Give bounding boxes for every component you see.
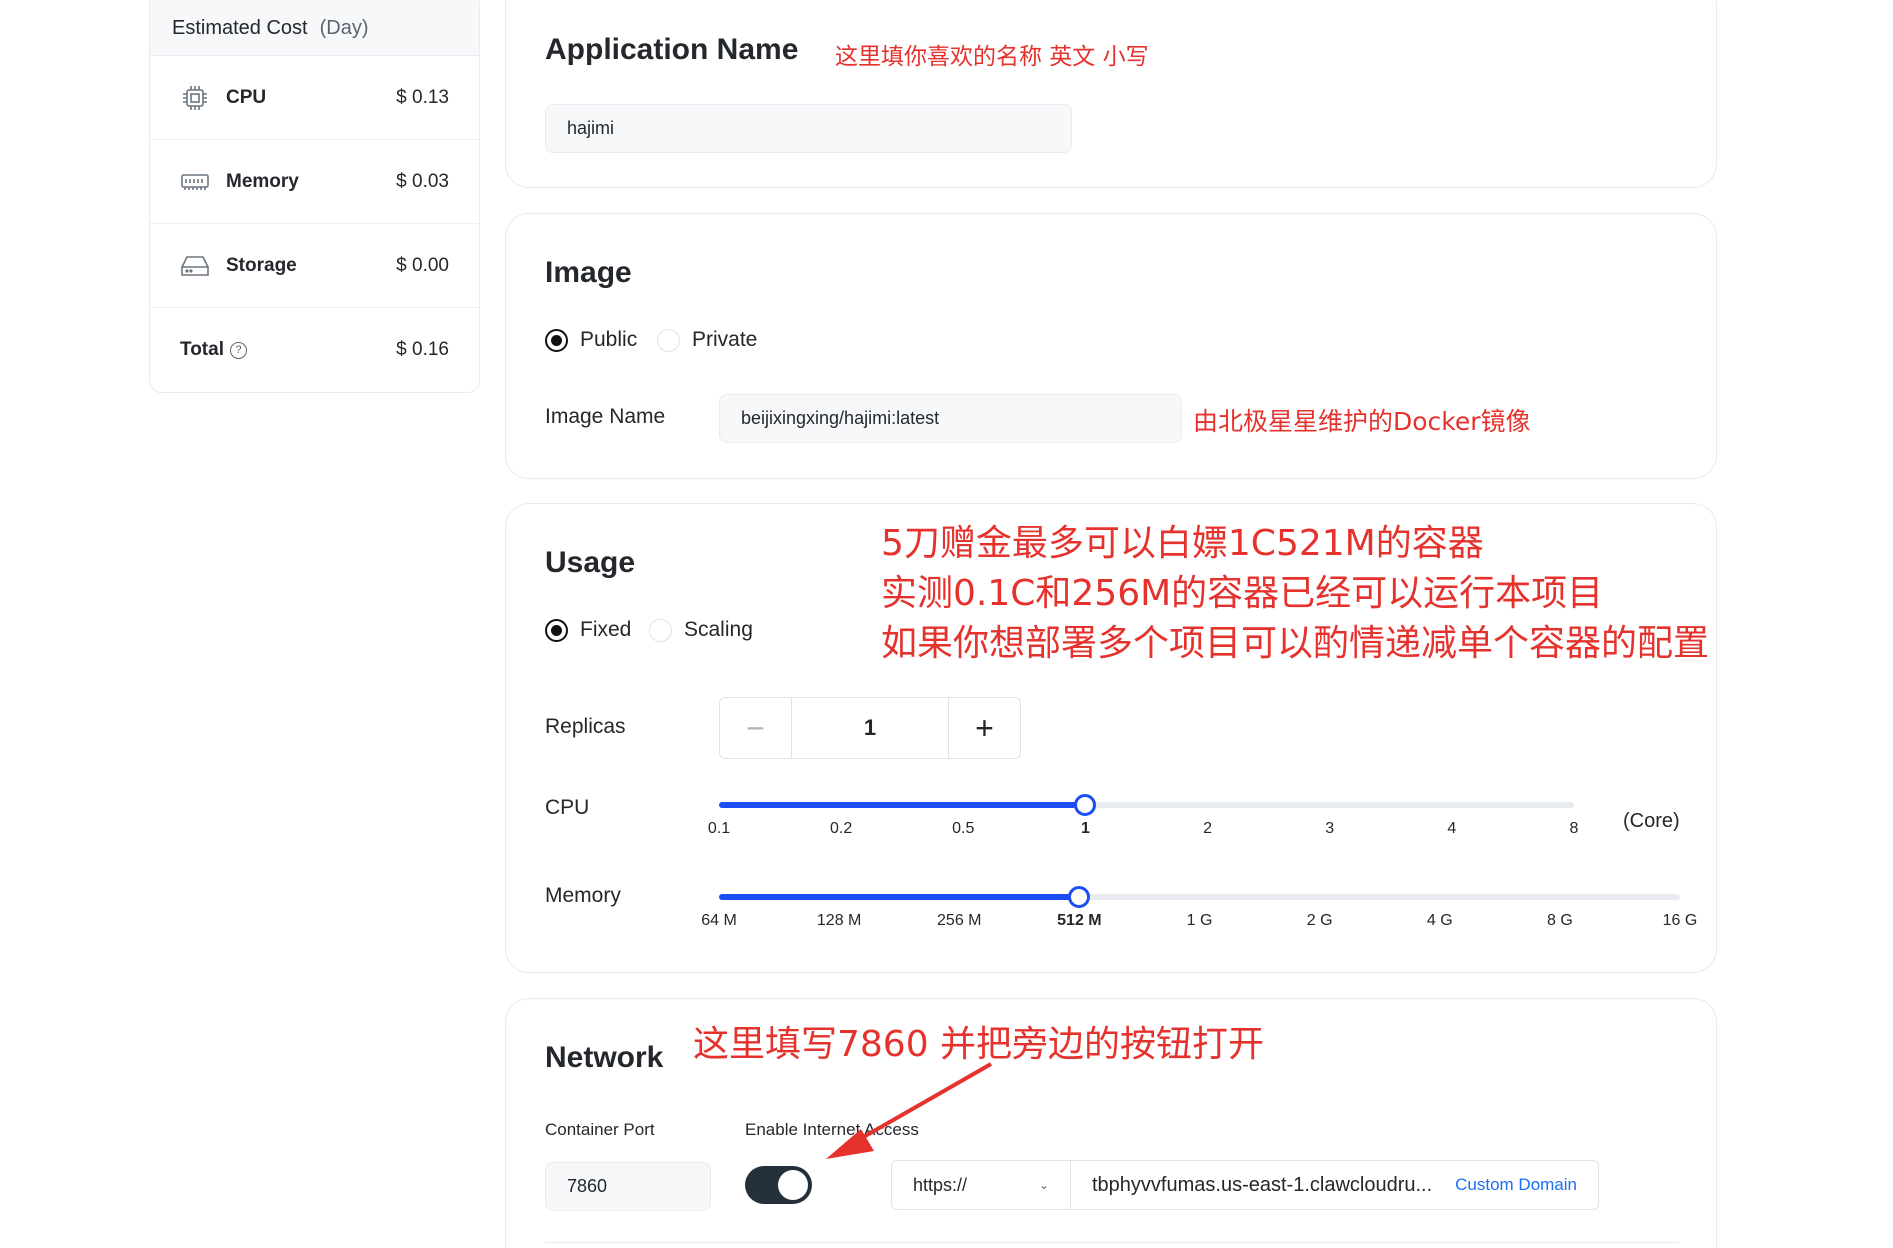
domain-value: tbphyvvfumas.us-east-1.clawcloudru... <box>1092 1173 1433 1196</box>
cost-label: CPU <box>226 86 267 108</box>
radio-label: Private <box>692 328 758 351</box>
slider-tick-label: 8 <box>1569 820 1579 837</box>
cost-title: Estimated Cost <box>172 16 308 39</box>
network-title: Network <box>545 1041 664 1074</box>
annotation-arrow-icon <box>826 1062 992 1159</box>
network-card: Network 这里填写7860 并把旁边的按钮打开 Container Por… <box>505 998 1717 1248</box>
image-annotation: 由北极星星维护的Docker镜像 <box>1193 407 1531 436</box>
replicas-stepper: − 1 + <box>719 697 1021 759</box>
total-label-wrap: Total ? <box>180 339 396 361</box>
slider-tick-label: 0.1 <box>707 820 731 837</box>
cost-value: $ 0.03 <box>396 170 449 192</box>
decrement-button[interactable]: − <box>720 698 792 758</box>
usage-annotation-line2: 实测0.1C和256M的容器已经可以运行本项目 <box>881 573 1604 614</box>
memory-slider-knob[interactable] <box>1068 886 1091 908</box>
cost-header: Estimated Cost (Day) <box>150 0 479 56</box>
slider-tick-label: 0.2 <box>830 820 853 837</box>
internet-access-toggle[interactable] <box>745 1166 812 1204</box>
radio-fixed[interactable]: Fixed <box>545 618 631 642</box>
radio-dot <box>545 328 568 352</box>
radio-label: Fixed <box>580 618 632 641</box>
cost-row-total: Total ? $ 0.16 <box>150 308 479 392</box>
slider-tick-label: 1 <box>1080 820 1090 837</box>
slider-tick-label: 2 G <box>1306 912 1333 929</box>
custom-domain-link[interactable]: Custom Domain <box>1455 1175 1598 1195</box>
cost-row-memory: Memory $ 0.03 <box>150 140 479 224</box>
application-name-card: Application Name 这里填你喜欢的名称 英文 小写 hajimi <box>505 0 1717 188</box>
radio-dot <box>649 618 672 642</box>
slider-tick-label: 3 <box>1325 820 1335 837</box>
cost-label: Memory <box>226 170 299 192</box>
cost-row-storage: Storage $ 0.00 <box>150 224 479 308</box>
cost-value: $ 0.13 <box>396 86 449 108</box>
replicas-value[interactable]: 1 <box>792 698 948 758</box>
app-name-input[interactable]: hajimi <box>545 104 1072 153</box>
slider-tick-label: 16 G <box>1662 912 1698 929</box>
memory-slider-fill <box>719 894 1080 900</box>
container-port-input[interactable]: 7860 <box>545 1162 711 1211</box>
cpu-unit: (Core) <box>1623 810 1680 832</box>
slider-tick-label: 256 M <box>937 912 982 929</box>
usage-card: Usage 5刀赠金最多可以白嫖1C521M的容器 实测0.1C和256M的容器… <box>505 503 1717 973</box>
image-card: Image Public Private Image Name beijixin… <box>505 213 1717 479</box>
app-name-annotation: 这里填你喜欢的名称 英文 小写 <box>835 44 1149 70</box>
radio-public[interactable]: Public <box>545 328 637 352</box>
container-port-label: Container Port <box>545 1120 655 1139</box>
cost-value: $ 0.00 <box>396 254 449 276</box>
cost-unit: (Day) <box>319 16 369 39</box>
chevron-down-icon: ⌄ <box>1038 1178 1049 1192</box>
question-circle-icon[interactable]: ? <box>229 341 247 359</box>
memory-slider[interactable] <box>719 886 1680 908</box>
image-name-label: Image Name <box>545 405 666 428</box>
cost-row-cpu: CPU $ 0.13 <box>150 56 479 140</box>
radio-label: Public <box>580 328 638 351</box>
cpu-slider-knob[interactable] <box>1074 794 1097 816</box>
slider-tick-label: 128 M <box>816 912 862 929</box>
protocol-select[interactable]: https:// ⌄ <box>892 1161 1071 1209</box>
cost-label: Storage <box>226 254 297 276</box>
storage-icon <box>180 253 210 279</box>
divider <box>545 1242 1679 1243</box>
slider-tick-label: 1 G <box>1186 912 1213 929</box>
slider-tick-label: 2 <box>1203 820 1213 837</box>
slider-tick-label: 0.5 <box>952 820 975 837</box>
slider-tick-label: 512 M <box>1057 912 1102 929</box>
image-name-input[interactable]: beijixingxing/hajimi:latest <box>719 394 1182 443</box>
total-label: Total <box>180 339 224 360</box>
usage-title: Usage <box>545 546 636 579</box>
radio-dot <box>545 618 568 642</box>
replicas-label: Replicas <box>545 715 626 738</box>
toggle-thumb <box>778 1170 808 1200</box>
protocol-value: https:// <box>913 1174 968 1195</box>
increment-button[interactable]: + <box>948 698 1020 758</box>
radio-scaling[interactable]: Scaling <box>649 618 753 642</box>
memory-label: Memory <box>545 884 621 907</box>
radio-dot <box>657 328 680 352</box>
radio-label: Scaling <box>684 618 753 641</box>
application-name-title: Application Name <box>545 33 799 66</box>
image-title: Image <box>545 256 632 289</box>
cpu-label: CPU <box>545 796 590 819</box>
slider-tick-label: 4 G <box>1426 912 1453 929</box>
usage-annotation-line1: 5刀赠金最多可以白嫖1C521M的容器 <box>881 523 1484 564</box>
slider-tick-label: 8 G <box>1546 912 1573 929</box>
cpu-slider[interactable] <box>719 794 1574 816</box>
cpu-chip-icon <box>180 85 210 111</box>
usage-annotation-line3: 如果你想部署多个项目可以酌情递减单个容器的配置 <box>881 623 1710 664</box>
slider-tick-label: 64 M <box>701 912 737 929</box>
cpu-slider-fill <box>719 802 1086 808</box>
memory-icon <box>180 169 210 195</box>
slider-tick-label: 4 <box>1447 820 1457 837</box>
public-url-box: https:// ⌄ tbphyvvfumas.us-east-1.clawcl… <box>891 1160 1599 1210</box>
estimated-cost-panel: Estimated Cost (Day) CPU $ 0.13 Memory $… <box>149 0 480 393</box>
total-value: $ 0.16 <box>396 339 449 360</box>
radio-private[interactable]: Private <box>657 328 757 352</box>
